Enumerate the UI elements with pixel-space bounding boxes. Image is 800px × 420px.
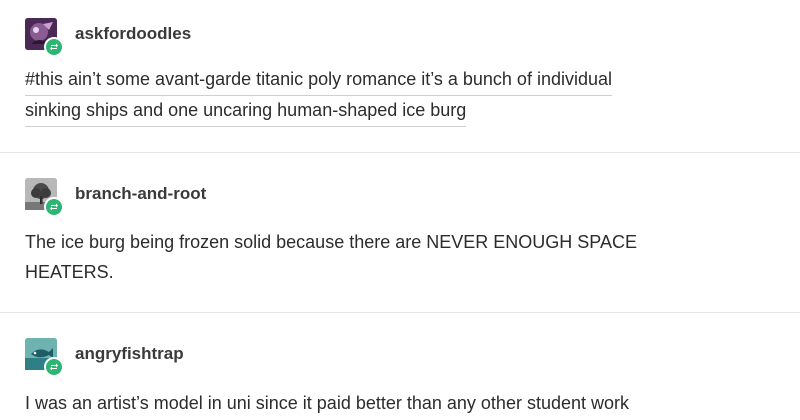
reblog-icon <box>44 197 64 217</box>
post-text-line[interactable]: I was an artist’s model in uni since it … <box>25 388 629 418</box>
post-body: The ice burg being frozen solid because … <box>25 227 637 287</box>
reblog-icon <box>44 37 64 57</box>
post-divider <box>0 152 800 153</box>
username[interactable]: angryfishtrap <box>75 344 184 364</box>
post-header: angryfishtrap <box>25 334 184 377</box>
post-body: I was an artist’s model in uni since it … <box>25 388 629 418</box>
post-header: branch-and-root <box>25 174 206 217</box>
username[interactable]: branch-and-root <box>75 184 206 204</box>
avatar[interactable] <box>25 338 64 377</box>
post-text-line[interactable]: HEATERS. <box>25 257 637 287</box>
post-body: #this ain’t some avant-garde titanic pol… <box>25 66 612 128</box>
post-text-line[interactable]: sinking ships and one uncaring human-sha… <box>25 97 467 127</box>
avatar[interactable] <box>25 18 64 57</box>
username[interactable]: askfordoodles <box>75 24 191 44</box>
post-text-line[interactable]: The ice burg being frozen solid because … <box>25 227 637 257</box>
post-divider <box>0 312 800 313</box>
reblog-icon <box>44 357 64 377</box>
avatar[interactable] <box>25 178 64 217</box>
post-header: askfordoodles <box>25 14 191 57</box>
post-text-line[interactable]: #this ain’t some avant-garde titanic pol… <box>25 66 612 96</box>
